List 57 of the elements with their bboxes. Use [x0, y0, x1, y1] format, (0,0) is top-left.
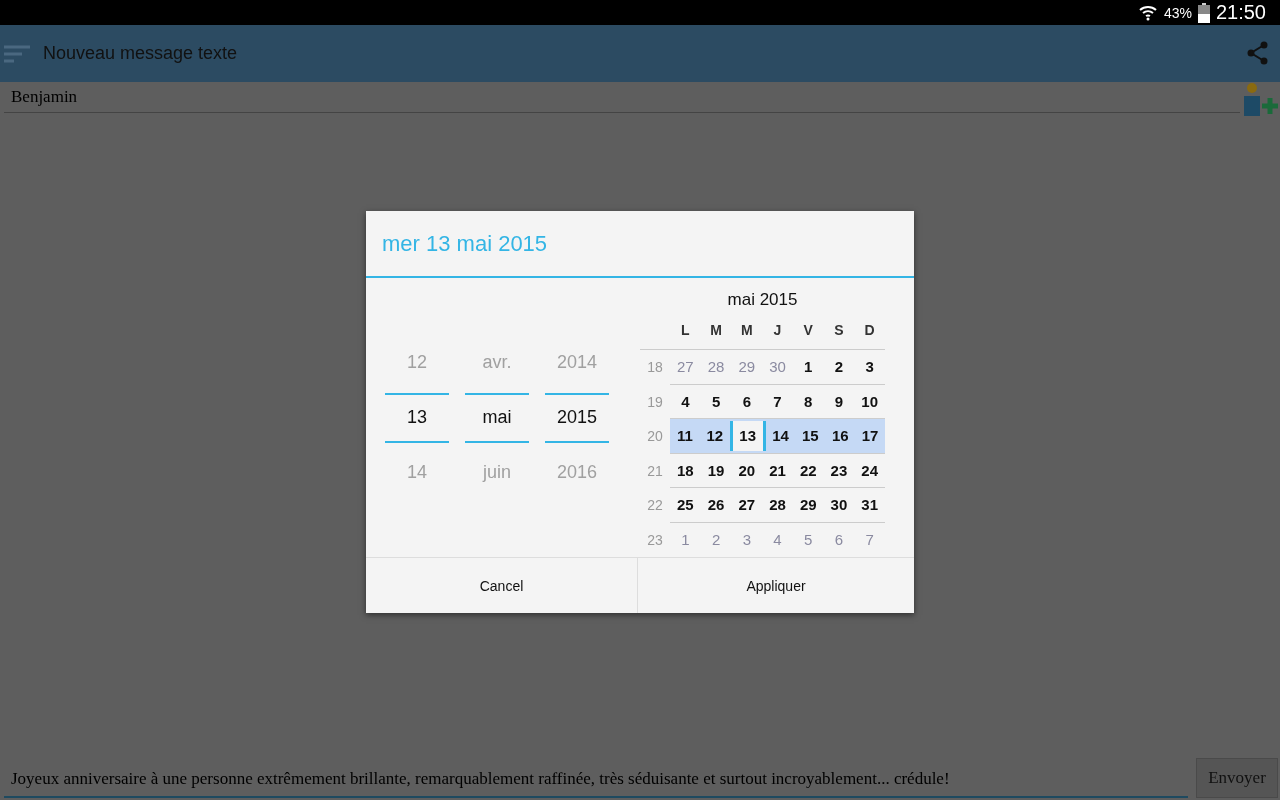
calendar-day[interactable]: 24: [854, 453, 886, 488]
calendar-day[interactable]: 10: [854, 384, 886, 419]
calendar-day[interactable]: 27: [731, 488, 763, 522]
weekday-label: M: [709, 322, 723, 339]
menu-icon[interactable]: [4, 44, 30, 63]
weekday-label: S: [833, 322, 845, 339]
calendar-day[interactable]: 29: [792, 488, 824, 522]
weekday-label: M: [739, 322, 754, 339]
calendar-day[interactable]: 31: [854, 488, 886, 522]
app-title: Nouveau message texte: [43, 43, 239, 64]
calendar-day[interactable]: 18: [670, 453, 701, 488]
calendar-day[interactable]: 7: [762, 384, 793, 419]
calendar-day[interactable]: 13: [729, 421, 766, 451]
calendar-day[interactable]: 5: [700, 384, 732, 419]
calendar-day[interactable]: 4: [670, 384, 701, 419]
calendar-day[interactable]: 23: [823, 453, 855, 488]
week-number: 20: [646, 428, 664, 445]
dialog-button[interactable]: Appliquer: [638, 558, 914, 613]
spinner-current-value[interactable]: 2015: [545, 392, 609, 443]
calendar-day[interactable]: 26: [700, 488, 732, 522]
weekday-label: D: [863, 322, 876, 339]
dialog-title: mer 13 mai 2015: [366, 211, 914, 278]
calendar-day[interactable]: 17: [855, 419, 885, 453]
calendar-day[interactable]: 20: [731, 453, 763, 488]
calendar-day[interactable]: 9: [823, 384, 855, 419]
weekday-label: J: [772, 322, 783, 339]
calendar-day[interactable]: 22: [792, 453, 824, 488]
calendar-day[interactable]: 19: [700, 453, 732, 488]
dialog-button[interactable]: Cancel: [366, 558, 638, 613]
calendar-day[interactable]: 30: [823, 488, 855, 522]
share-icon[interactable]: [1246, 40, 1270, 67]
calendar-day[interactable]: 16: [825, 419, 856, 453]
calendar-day[interactable]: 14: [765, 419, 796, 453]
calendar-day[interactable]: 12: [699, 419, 730, 453]
calendar-day[interactable]: 15: [795, 419, 826, 453]
calendar-day[interactable]: 1: [792, 350, 824, 384]
battery-percentage: 43%: [1163, 4, 1192, 21]
week-number: 22: [646, 497, 664, 514]
weekday-label: V: [802, 322, 814, 339]
weekday-label: L: [680, 322, 691, 339]
week-number: 21: [646, 462, 664, 479]
calendar-day[interactable]: 3: [854, 350, 886, 384]
battery-icon: [1197, 2, 1210, 23]
spinner-current-value[interactable]: mai: [465, 392, 529, 443]
calendar-day[interactable]: 28: [762, 488, 793, 522]
clock-time: 21:50: [1215, 1, 1266, 24]
week-number: 19: [646, 393, 664, 410]
week-number: 23: [646, 531, 664, 548]
calendar-day[interactable]: 6: [731, 384, 763, 419]
calendar-day[interactable]: 8: [792, 384, 824, 419]
calendar-day[interactable]: 21: [762, 453, 793, 488]
spinner-current-value[interactable]: 13: [385, 392, 449, 443]
calendar-day[interactable]: 11: [670, 419, 700, 453]
calendar-month-title: mai 2015: [726, 290, 799, 311]
week-number: 18: [646, 359, 664, 376]
calendar-day[interactable]: 25: [670, 488, 701, 522]
calendar-day[interactable]: 2: [823, 350, 855, 384]
